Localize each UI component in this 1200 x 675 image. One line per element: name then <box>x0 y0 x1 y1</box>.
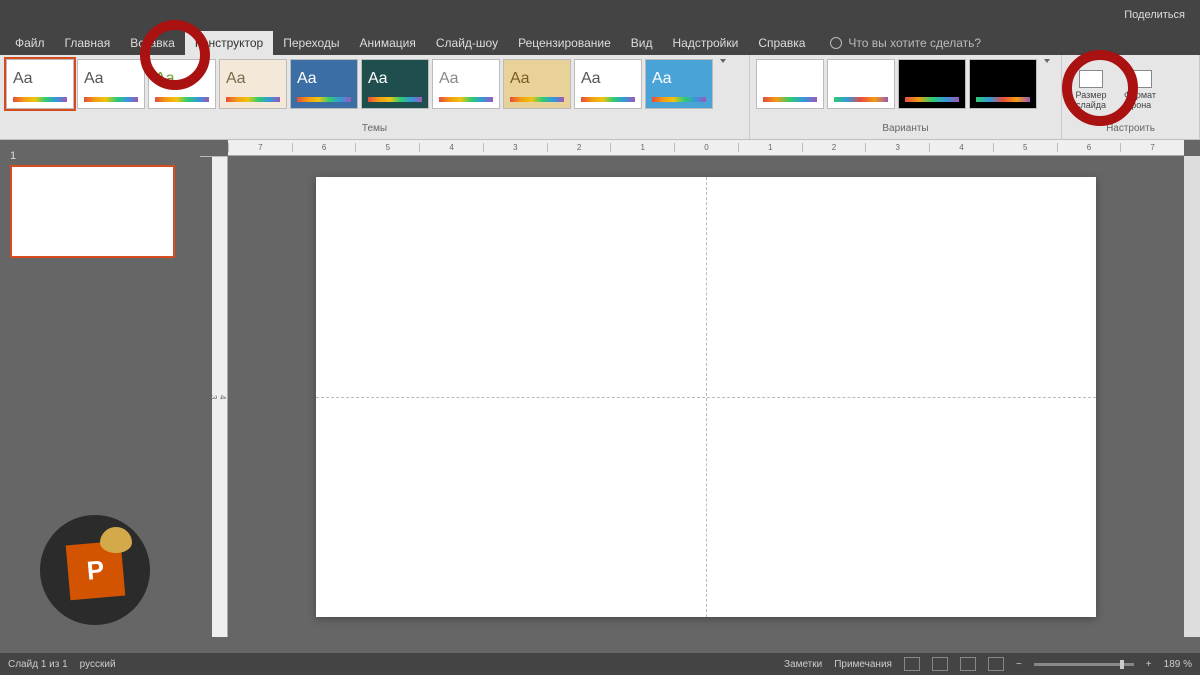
comments-button[interactable]: Примечания <box>834 659 892 670</box>
tell-me-label: Что вы хотите сделать? <box>848 36 981 50</box>
slide-size-button[interactable]: Размер слайда <box>1068 59 1114 121</box>
format-bg-icon <box>1128 70 1152 88</box>
sorter-view-button[interactable] <box>932 657 948 671</box>
slide-thumb-number: 1 <box>10 150 190 162</box>
tab-addins[interactable]: Надстройки <box>662 31 748 55</box>
ribbon-label-variants: Варианты <box>756 123 1055 137</box>
tab-view[interactable]: Вид <box>621 31 663 55</box>
ribbon-label-themes: Темы <box>6 123 743 137</box>
theme-thumb-7[interactable]: Aa <box>503 59 571 109</box>
ribbon-group-settings: Размер слайда Формат фона Настроить <box>1062 55 1200 139</box>
slide-size-label: Размер слайда <box>1068 90 1114 110</box>
zoom-level[interactable]: 189 % <box>1164 659 1192 670</box>
workspace: 1 765432101234567 432101234 <box>0 140 1200 653</box>
theme-thumb-6[interactable]: Aa <box>432 59 500 109</box>
vertical-ruler[interactable]: 432101234 <box>212 156 228 637</box>
share-button[interactable]: Поделиться <box>1124 9 1185 21</box>
ribbon: AaAaAaAaAaAaAaAaAaAa Темы Варианты Разме… <box>0 55 1200 140</box>
variants-more-button[interactable] <box>1040 59 1054 67</box>
normal-view-button[interactable] <box>904 657 920 671</box>
zoom-out-button[interactable]: − <box>1016 659 1022 670</box>
menubar: Файл Главная Вставка Конструктор Переход… <box>0 30 1200 55</box>
themes-more-button[interactable] <box>716 59 730 67</box>
tell-me-search[interactable]: Что вы хотите сделать? <box>830 36 981 50</box>
canvas-area <box>228 156 1184 637</box>
horizontal-ruler[interactable]: 765432101234567 <box>228 140 1184 156</box>
variant-thumb-2[interactable] <box>898 59 966 109</box>
slide-thumbnail-1[interactable] <box>10 165 175 258</box>
tab-home[interactable]: Главная <box>55 31 121 55</box>
ribbon-group-themes: AaAaAaAaAaAaAaAaAaAa Темы <box>0 55 750 139</box>
theme-thumb-0[interactable]: Aa <box>6 59 74 109</box>
status-slide-info: Слайд 1 из 1 <box>8 659 68 670</box>
variant-thumb-0[interactable] <box>756 59 824 109</box>
slide-size-icon <box>1079 70 1103 88</box>
slide-editor: 765432101234567 432101234 <box>200 140 1200 653</box>
theme-thumb-3[interactable]: Aa <box>219 59 287 109</box>
slideshow-view-button[interactable] <box>988 657 1004 671</box>
ribbon-label-settings: Настроить <box>1068 123 1193 137</box>
zoom-in-button[interactable]: + <box>1146 659 1152 670</box>
statusbar: Слайд 1 из 1 русский Заметки Примечания … <box>0 653 1200 675</box>
vertical-guide[interactable] <box>706 177 707 617</box>
theme-thumb-1[interactable]: Aa <box>77 59 145 109</box>
theme-thumb-8[interactable]: Aa <box>574 59 642 109</box>
reading-view-button[interactable] <box>960 657 976 671</box>
theme-thumb-9[interactable]: Aa <box>645 59 713 109</box>
powerpoint-logo-badge: P <box>40 515 150 625</box>
tab-slideshow[interactable]: Слайд-шоу <box>426 31 508 55</box>
tab-review[interactable]: Рецензирование <box>508 31 621 55</box>
lightbulb-icon <box>830 37 842 49</box>
tab-animation[interactable]: Анимация <box>350 31 426 55</box>
tab-file[interactable]: Файл <box>5 31 55 55</box>
tab-design[interactable]: Конструктор <box>185 31 273 55</box>
titlebar: Поделиться <box>0 0 1200 30</box>
theme-thumb-5[interactable]: Aa <box>361 59 429 109</box>
zoom-slider[interactable] <box>1034 663 1134 666</box>
tab-help[interactable]: Справка <box>748 31 815 55</box>
theme-thumb-2[interactable]: Aa <box>148 59 216 109</box>
variant-thumb-1[interactable] <box>827 59 895 109</box>
vertical-scrollbar[interactable] <box>1184 156 1200 637</box>
variant-thumb-3[interactable] <box>969 59 1037 109</box>
palette-icon <box>100 527 132 553</box>
tab-transitions[interactable]: Переходы <box>273 31 349 55</box>
format-background-button[interactable]: Формат фона <box>1117 59 1163 121</box>
theme-thumb-4[interactable]: Aa <box>290 59 358 109</box>
format-bg-label: Формат фона <box>1117 90 1163 110</box>
status-language[interactable]: русский <box>80 659 116 670</box>
tab-insert[interactable]: Вставка <box>120 31 185 55</box>
slide-canvas[interactable] <box>316 177 1096 617</box>
ribbon-group-variants: Варианты <box>750 55 1062 139</box>
notes-button[interactable]: Заметки <box>784 659 822 670</box>
